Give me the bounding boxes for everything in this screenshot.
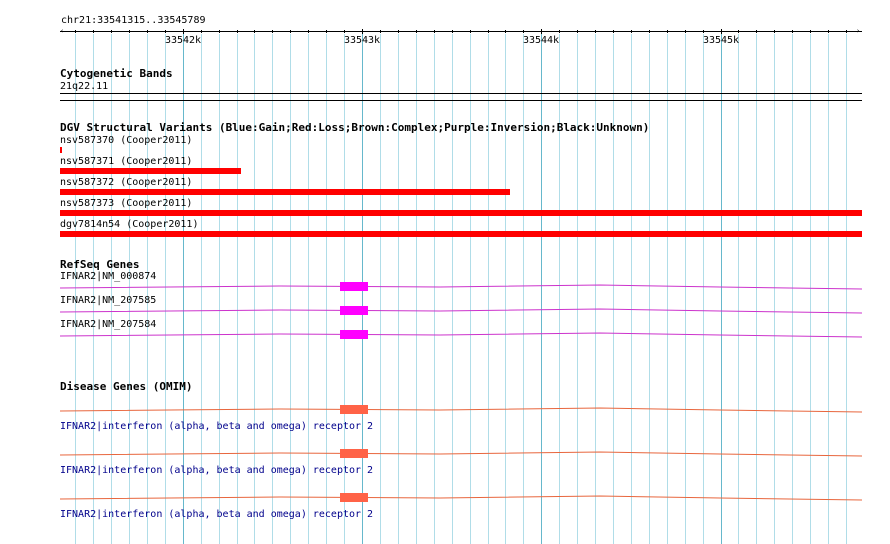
ruler-tick [183,29,184,34]
refseq-intron-line [59,308,863,314]
locus-label: chr21:33541315..33545789 [61,15,206,26]
ruler-tick [774,30,775,33]
omim-transcript[interactable] [0,487,890,507]
ruler-tick [649,30,650,33]
ruler-tick [75,30,76,33]
dgv-feature-bar[interactable] [60,147,62,153]
omim-transcript[interactable] [0,443,890,463]
cytoband-track-title: Cytogenetic Bands [60,67,173,80]
refseq-intron-line [59,284,863,290]
ruler-tick [577,30,578,33]
genome-browser: chr21:33541315..33545789 ‹ › 33542k 33543… [0,0,890,544]
ruler-tick [290,30,291,33]
ruler-tick [738,30,739,33]
ruler-tick [434,30,435,33]
ruler-tick [810,30,811,33]
dgv-feature-label[interactable]: nsv587370 (Cooper2011) [60,135,192,147]
dgv-feature-bar[interactable] [60,168,241,174]
refseq-transcript[interactable] [0,300,890,320]
ruler-tick [344,30,345,33]
dgv-feature-label[interactable]: nsv587372 (Cooper2011) [60,177,192,189]
cytoband-label: 21q22.11 [60,81,109,92]
ruler-tick [792,30,793,33]
ruler-tick [470,30,471,33]
refseq-exon-block[interactable] [340,306,368,315]
ruler-tick-label: 33542k [164,35,202,46]
refseq-transcript[interactable] [0,276,890,296]
ruler-tick [254,30,255,33]
ruler-tick [129,30,130,33]
refseq-exon-block[interactable] [340,282,368,291]
ruler-tick [631,30,632,33]
dgv-feature-bar[interactable] [60,231,862,237]
ruler-tick [237,30,238,33]
omim-exon-block[interactable] [340,449,368,458]
dgv-feature-label[interactable]: nsv587373 (Cooper2011) [60,198,192,210]
ruler-tick [721,29,722,34]
ruler-tick [488,30,489,33]
ruler-tick [326,30,327,33]
dgv-feature-bar[interactable] [60,189,510,195]
omim-intron-line [59,495,863,501]
refseq-transcript[interactable] [0,324,890,344]
cytoband-line-bottom [60,100,862,101]
ruler-tick-label: 33543k [343,35,381,46]
refseq-track-title: RefSeq Genes [60,258,140,271]
ruler-tick [308,30,309,33]
ruler-tick [846,30,847,33]
ruler-tick [219,30,220,33]
ruler-tick [667,30,668,33]
ruler-tick [111,30,112,33]
ruler-tick [165,30,166,33]
ruler-tick [93,30,94,33]
omim-transcript[interactable] [0,399,890,419]
ruler-tick [505,30,506,33]
ruler-tick-label: 33544k [522,35,560,46]
dgv-feature-label[interactable]: nsv587371 (Cooper2011) [60,156,192,168]
ruler-tick [828,30,829,33]
omim-intron-line [59,407,863,413]
omim-feature-label[interactable]: IFNAR2|interferon (alpha, beta and omega… [60,509,373,521]
omim-feature-label[interactable]: IFNAR2|interferon (alpha, beta and omega… [60,421,373,433]
refseq-intron-line [59,332,863,338]
refseq-exon-block[interactable] [340,330,368,339]
omim-exon-block[interactable] [340,405,368,414]
ruler-tick [541,29,542,34]
ruler-axis [60,31,862,32]
ruler-tick [595,30,596,33]
omim-feature-label[interactable]: IFNAR2|interferon (alpha, beta and omega… [60,465,373,477]
ruler-tick [703,30,704,33]
omim-intron-line [59,451,863,457]
dgv-track-title: DGV Structural Variants (Blue:Gain;Red:L… [60,121,650,134]
ruler-tick [201,30,202,33]
ruler-right-arrow: › [856,27,861,35]
ruler-tick [685,30,686,33]
ruler-tick-label: 33545k [702,35,740,46]
ruler-tick [452,30,453,33]
ruler-tick [523,30,524,33]
ruler-tick [147,30,148,33]
omim-exon-block[interactable] [340,493,368,502]
ruler-tick [362,29,363,34]
ruler-tick [756,30,757,33]
dgv-feature-label[interactable]: dgv7814n54 (Cooper2011) [60,219,198,231]
ruler-tick [416,30,417,33]
ruler-tick [559,30,560,33]
dgv-feature-bar[interactable] [60,210,862,216]
cytoband-line-top [60,93,862,94]
omim-track-title: Disease Genes (OMIM) [60,380,193,393]
ruler-tick [398,30,399,33]
ruler-tick [272,30,273,33]
ruler-tick [613,30,614,33]
ruler-tick [380,30,381,33]
ruler-left-arrow: ‹ [60,27,65,35]
